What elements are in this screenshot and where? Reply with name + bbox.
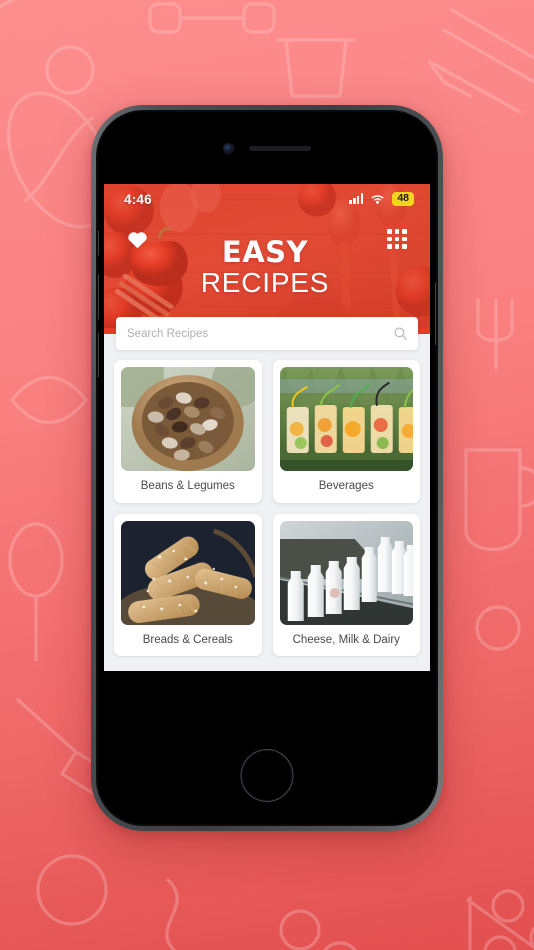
wifi-icon <box>371 195 385 205</box>
signal-bars-icon <box>349 193 364 205</box>
power-button[interactable] <box>435 282 436 346</box>
phone-screen: 4:46 48 EASY RECIPES Search Recipes Bean… <box>104 184 430 671</box>
phone-sensor-area <box>98 112 436 184</box>
phone-inner-frame: 4:46 48 EASY RECIPES Search Recipes Bean… <box>96 110 438 826</box>
status-indicators: 48 <box>349 191 414 207</box>
grid-menu-icon[interactable] <box>380 222 414 256</box>
category-thumbnail-beans <box>121 367 255 471</box>
category-card[interactable]: Breads & Cereals <box>114 513 262 657</box>
app-title-line1: EASY <box>221 235 309 269</box>
front-camera-icon <box>223 143 233 153</box>
battery-level-badge: 48 <box>392 191 414 207</box>
category-card[interactable]: Cheese, Milk & Dairy <box>272 513 420 657</box>
search-section <box>104 317 430 350</box>
category-grid: Beans & Legumes Beverages Breads & Cerea… <box>114 360 420 658</box>
search-icon[interactable] <box>394 327 407 340</box>
search-field[interactable] <box>116 317 418 350</box>
status-bar: 4:46 48 <box>104 184 430 210</box>
category-label: Breads & Cereals <box>142 633 233 646</box>
volume-down-button[interactable] <box>98 332 99 378</box>
app-title: EASY RECIPES <box>154 235 380 298</box>
category-thumbnail-dairy <box>279 520 413 625</box>
search-input[interactable] <box>127 327 394 340</box>
heart-icon[interactable] <box>120 222 154 256</box>
category-label: Cheese, Milk & Dairy <box>292 633 400 646</box>
category-thumbnail-breads <box>121 520 255 625</box>
silent-switch-button[interactable] <box>98 230 99 256</box>
volume-up-button[interactable] <box>98 274 99 320</box>
category-scroll-area[interactable]: Beans & Legumes Beverages Breads & Cerea… <box>104 350 430 658</box>
category-card[interactable]: Beans & Legumes <box>114 360 262 503</box>
category-card[interactable]: Beverages <box>272 360 420 503</box>
phone-device-mockup: 4:46 48 EASY RECIPES Search Recipes Bean… <box>91 105 443 831</box>
status-time: 4:46 <box>124 191 152 207</box>
category-label: Beverages <box>318 480 374 492</box>
app-header-bar: EASY RECIPES <box>104 210 430 334</box>
earpiece-speaker <box>248 145 311 151</box>
category-label: Beans & Legumes <box>140 480 235 492</box>
phone-bezel: 4:46 48 EASY RECIPES Search Recipes Bean… <box>98 112 436 824</box>
category-thumbnail-beverages <box>279 367 413 471</box>
app-title-line2: RECIPES <box>200 266 330 298</box>
home-button[interactable] <box>240 749 294 802</box>
app-header: 4:46 48 EASY RECIPES <box>104 184 430 334</box>
